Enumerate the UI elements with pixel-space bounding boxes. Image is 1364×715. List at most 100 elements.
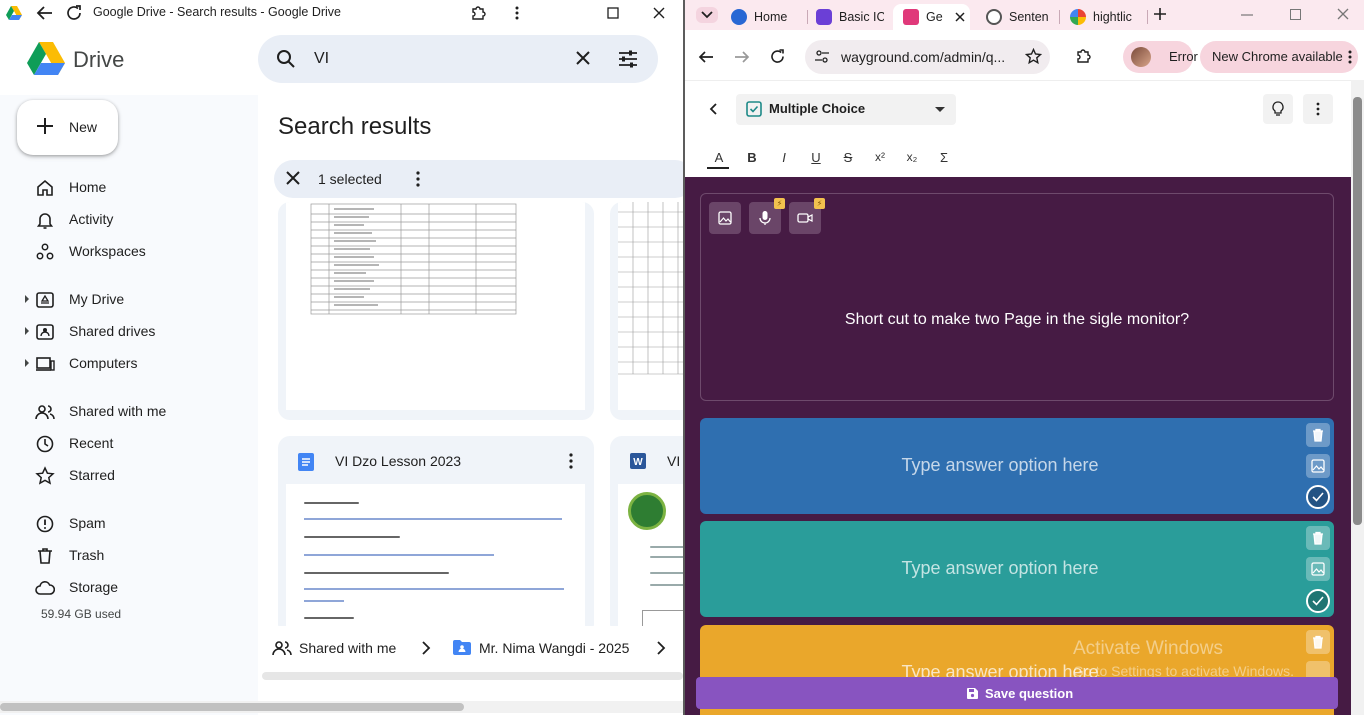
reload-icon[interactable]: [769, 48, 786, 65]
word-file-icon: W: [630, 453, 646, 469]
text-color-button[interactable]: A: [710, 150, 728, 165]
superscript-button[interactable]: x²: [871, 150, 889, 164]
sidebar-item-trash[interactable]: Trash: [0, 540, 258, 570]
sidebar-item-label: Recent: [69, 435, 114, 451]
people-icon: [272, 639, 292, 657]
sidebar-item-label: Trash: [69, 547, 105, 563]
sidebar-item-shared-with-me[interactable]: Shared with me: [0, 396, 258, 426]
close-window-icon[interactable]: [649, 3, 669, 23]
file-card[interactable]: [278, 202, 594, 420]
strikethrough-button[interactable]: S: [839, 150, 857, 165]
italic-button[interactable]: I: [775, 150, 793, 165]
sidebar-item-spam[interactable]: Spam: [0, 508, 258, 538]
app-favicon-icon: [816, 9, 832, 25]
sidebar-item-shared-drives[interactable]: Shared drives: [0, 316, 258, 346]
expand-caret-icon[interactable]: [25, 359, 29, 367]
answer-placeholder[interactable]: Type answer option here: [700, 455, 1300, 476]
sidebar-item-home[interactable]: Home: [0, 172, 258, 202]
expand-caret-icon[interactable]: [25, 295, 29, 303]
new-tab-icon[interactable]: [1153, 7, 1167, 21]
site-info-icon[interactable]: [814, 49, 830, 65]
breadcrumb-folder[interactable]: Mr. Nima Wangdi - 2025: [479, 640, 629, 656]
answer-placeholder[interactable]: Type answer option here: [700, 558, 1300, 579]
mark-correct-button[interactable]: [1306, 589, 1330, 613]
extensions-icon[interactable]: [1075, 48, 1091, 64]
answer-image-button[interactable]: [1306, 454, 1330, 478]
answer-option-1[interactable]: Type answer option here: [700, 418, 1334, 514]
underline-button[interactable]: U: [807, 150, 825, 165]
hint-button[interactable]: [1263, 94, 1293, 124]
bookmark-star-icon[interactable]: [1025, 48, 1042, 65]
sidebar-item-storage[interactable]: Storage: [0, 572, 258, 602]
more-menu-icon[interactable]: [1348, 50, 1352, 64]
computer-icon: [35, 354, 55, 374]
horizontal-scrollbar-thumb[interactable]: [0, 703, 464, 711]
extensions-icon[interactable]: [468, 3, 488, 23]
svg-text:W: W: [633, 457, 643, 468]
file-more-icon[interactable]: [563, 452, 579, 470]
answer-option-2[interactable]: Type answer option here: [700, 521, 1334, 617]
forward-arrow-icon[interactable]: [734, 49, 750, 65]
drive-wordmark[interactable]: Drive: [73, 47, 124, 73]
sidebar-item-computers[interactable]: Computers: [0, 348, 258, 378]
expand-caret-icon[interactable]: [25, 327, 29, 335]
delete-answer-button[interactable]: [1306, 630, 1330, 654]
search-options-icon[interactable]: [617, 48, 639, 70]
tab-basic-ic[interactable]: Basic IC: [816, 4, 884, 30]
drive-logo-icon[interactable]: [27, 42, 65, 76]
content-scrollbar[interactable]: [262, 672, 683, 680]
more-menu-icon[interactable]: [507, 3, 527, 23]
sidebar-item-starred[interactable]: Starred: [0, 460, 258, 490]
clear-selection-icon[interactable]: [285, 170, 301, 186]
search-icon[interactable]: [276, 49, 296, 69]
answer-image-button[interactable]: [1306, 557, 1330, 581]
equation-button[interactable]: Σ: [935, 150, 953, 165]
delete-answer-button[interactable]: [1306, 526, 1330, 550]
sidebar-item-label: Shared drives: [69, 323, 156, 339]
selection-count: 1 selected: [318, 171, 382, 187]
sidebar-item-my-drive[interactable]: My Drive: [0, 284, 258, 314]
save-question-label: Save question: [985, 686, 1074, 701]
tab-senten[interactable]: Senten: [986, 4, 1048, 30]
bold-button[interactable]: B: [743, 150, 761, 165]
window-title-bar: Google Drive - Search results - Google D…: [0, 0, 683, 26]
back-arrow-icon[interactable]: [35, 3, 55, 23]
close-tab-icon[interactable]: [955, 12, 965, 22]
subscript-button[interactable]: x₂: [903, 150, 921, 164]
openai-favicon-icon: [986, 9, 1002, 25]
add-image-button[interactable]: [709, 202, 741, 234]
maximize-icon[interactable]: [603, 3, 623, 23]
reload-icon[interactable]: [64, 3, 84, 23]
delete-answer-button[interactable]: [1306, 423, 1330, 447]
vertical-scrollbar-thumb[interactable]: [1353, 97, 1362, 525]
back-arrow-icon[interactable]: [698, 49, 714, 65]
sidebar-item-activity[interactable]: Activity: [0, 204, 258, 234]
workspaces-icon: [35, 242, 55, 262]
editor-more-button[interactable]: [1303, 94, 1333, 124]
more-actions-icon[interactable]: [410, 170, 426, 188]
breadcrumb-shared-with-me[interactable]: Shared with me: [299, 640, 396, 656]
mark-correct-button[interactable]: [1306, 485, 1330, 509]
file-thumbnail: [618, 484, 683, 636]
minimize-icon[interactable]: [1241, 14, 1253, 16]
question-text[interactable]: Short cut to make two Page in the sigle …: [700, 311, 1334, 329]
clear-search-icon[interactable]: [574, 49, 592, 67]
spam-icon: [35, 514, 55, 534]
close-window-icon[interactable]: [1337, 8, 1349, 20]
image-icon: [1311, 459, 1325, 473]
file-card[interactable]: [610, 202, 683, 420]
sidebar-item-recent[interactable]: Recent: [0, 428, 258, 458]
tab-hightlic[interactable]: hightlic: [1070, 4, 1140, 30]
tab-active-ge[interactable]: Ge: [893, 4, 970, 30]
file-name[interactable]: VI Dzo Lesson 2023: [335, 453, 461, 469]
sidebar-item-workspaces[interactable]: Workspaces: [0, 236, 258, 266]
tab-home[interactable]: Home: [731, 4, 807, 30]
url-text[interactable]: wayground.com/admin/q...: [841, 49, 1005, 65]
new-button[interactable]: New: [17, 100, 118, 155]
search-input[interactable]: VI: [314, 50, 329, 68]
file-name[interactable]: VI: [667, 453, 680, 469]
sidebar-item-label: My Drive: [69, 291, 125, 307]
chevron-down-icon[interactable]: [701, 11, 713, 19]
maximize-icon[interactable]: [1290, 9, 1301, 20]
editor-back-icon[interactable]: [704, 99, 724, 119]
